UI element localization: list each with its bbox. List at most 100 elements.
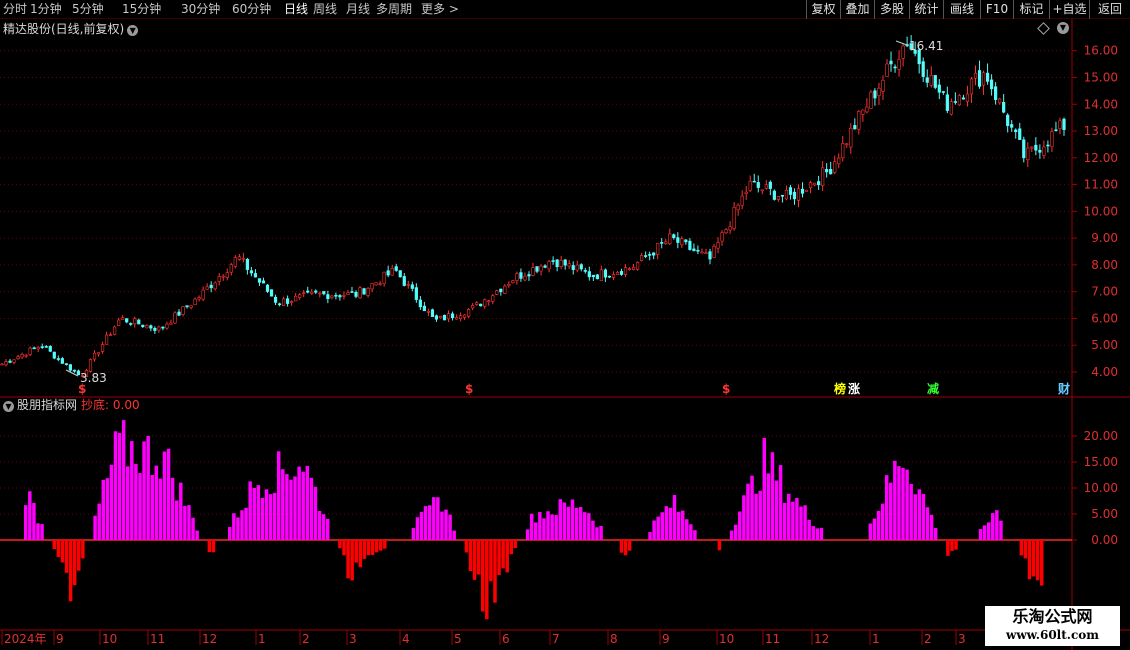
indicator-bar [105, 478, 110, 540]
indicator-bar [362, 540, 367, 559]
candle-body [652, 252, 656, 256]
candle-body [229, 264, 233, 273]
candle-body [92, 352, 97, 360]
indicator-bar [558, 499, 563, 540]
indicator-bar [1023, 540, 1028, 559]
event-marker: $ [78, 382, 86, 396]
event-marker: 涨 [848, 381, 860, 396]
indicator-bar [587, 513, 591, 540]
candle-body [977, 70, 982, 87]
candle-body [1030, 146, 1034, 149]
indicator-bar [272, 492, 277, 540]
chart-area[interactable]: 16.0015.0014.0013.0012.0011.0010.009.008… [0, 0, 1130, 650]
indicator-bar [97, 503, 101, 540]
indicator-bar [109, 464, 114, 540]
candle-body [302, 292, 306, 295]
indicator-bar [550, 514, 554, 540]
candle-body [454, 317, 459, 320]
indicator-bar [884, 475, 889, 540]
indicator-bar [909, 483, 913, 540]
candle-body [141, 324, 145, 328]
indicator-bar [485, 540, 489, 620]
price-tick-label: 13.00 [1084, 124, 1118, 138]
candle-body [555, 259, 559, 268]
candle-body [857, 111, 861, 130]
candle-body [28, 347, 32, 355]
indicator-bar [346, 540, 350, 579]
indicator-bar [309, 477, 314, 540]
candle-body [434, 315, 439, 320]
indicator-bar [664, 506, 669, 540]
candle-body [398, 270, 402, 278]
candle-body [145, 325, 149, 329]
indicator-bar [1019, 540, 1024, 556]
candle-body [853, 125, 857, 130]
candle-body [217, 276, 221, 282]
indicator-bar [480, 540, 485, 612]
indicator-bar [750, 475, 754, 540]
candle-body [362, 288, 366, 295]
candle-body [189, 305, 193, 308]
indicator-bar [370, 540, 375, 555]
candle-body [873, 90, 877, 99]
time-axis-label: 1 [258, 632, 266, 646]
candle-body [113, 326, 117, 335]
candle-body [768, 181, 772, 189]
indicator-bar [513, 540, 518, 549]
candle-body [1050, 131, 1054, 148]
candle-body [64, 363, 68, 365]
indicator-bar [542, 518, 546, 540]
indicator-bar [56, 540, 61, 558]
candle-body [16, 356, 20, 359]
indicator-bar [656, 516, 660, 540]
time-axis-label: 1 [872, 632, 880, 646]
candle-body [607, 275, 612, 278]
indicator-bar [321, 514, 326, 540]
indicator-bar [995, 510, 999, 540]
indicator-bar [117, 432, 122, 540]
candle-body [1002, 102, 1006, 113]
indicator-bar [317, 510, 322, 540]
indicator-bar [729, 530, 734, 540]
indicator-bar [350, 540, 354, 581]
price-tick-label: 9.00 [1091, 231, 1118, 245]
indicator-bar [599, 525, 603, 540]
candle-body [125, 318, 129, 323]
indicator-bar [342, 540, 346, 556]
indicator-bar [276, 451, 281, 540]
low-pointer [65, 369, 79, 377]
candle-body [402, 276, 406, 286]
candle-body [611, 274, 616, 278]
candle-body [60, 358, 64, 364]
indicator-bar [754, 493, 758, 540]
candle-body [563, 259, 567, 266]
candle-body [487, 300, 491, 303]
indicator-bar [232, 513, 236, 540]
time-axis-label: 12 [202, 632, 217, 646]
candle-body [841, 143, 845, 159]
indicator-bar [174, 500, 179, 540]
event-marker: $ [465, 382, 473, 396]
candle-body [817, 181, 821, 186]
indicator-bar [301, 471, 305, 540]
watermark-line2: www.60lt.com [1006, 628, 1099, 642]
candle-body [845, 143, 849, 146]
time-axis-label: 2 [924, 632, 932, 646]
indicator-bar [150, 474, 154, 540]
candle-body [438, 315, 443, 319]
event-marker: 榜 [834, 381, 846, 396]
candle-body [527, 274, 531, 277]
indicator-bar [733, 524, 738, 540]
candle-body [36, 347, 40, 350]
indicator-bar [183, 505, 187, 540]
candle-body [350, 291, 354, 293]
candle-body [989, 79, 994, 90]
candle-body [306, 290, 310, 293]
indicator-bar [978, 529, 983, 540]
indicator-bar [154, 465, 159, 540]
indicator-bar [811, 526, 815, 540]
candle-body [503, 285, 507, 294]
price-tick-label: 11.00 [1084, 178, 1118, 192]
indicator-bar [60, 540, 65, 563]
indicator-bar [1027, 540, 1032, 580]
